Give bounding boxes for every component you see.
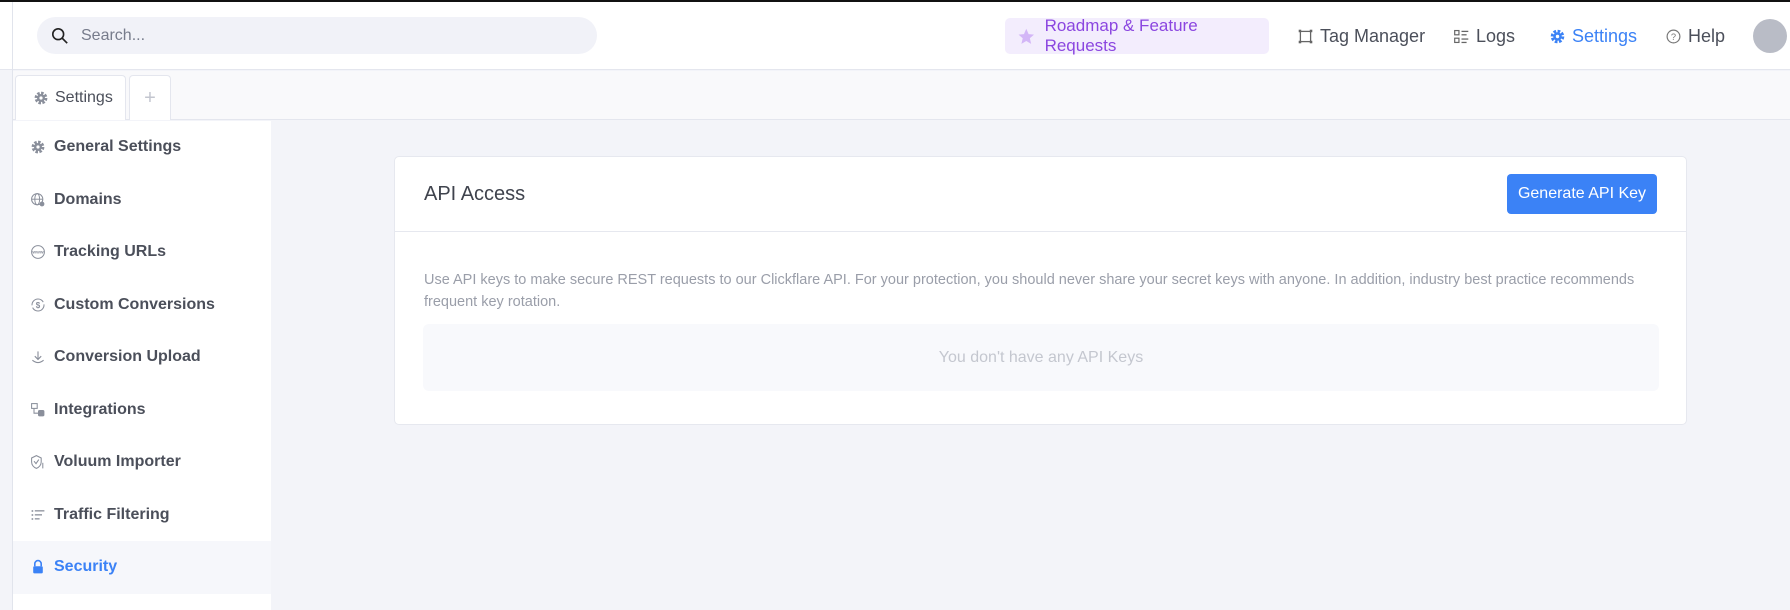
sidebar-item-tracking-urls[interactable]: www Tracking URLs: [13, 226, 271, 279]
sidebar-item-label: Security: [54, 558, 118, 576]
svg-text:?: ?: [1671, 31, 1676, 41]
sidebar-item-label: General Settings: [54, 138, 182, 156]
sidebar-item-traffic-filtering[interactable]: Traffic Filtering: [13, 489, 271, 542]
sidebar-item-security[interactable]: Security: [13, 541, 271, 594]
card-title: API Access: [424, 182, 526, 205]
integrations-icon: [31, 402, 45, 417]
nav-logs[interactable]: Logs: [1453, 18, 1515, 54]
api-description: Use API keys to make secure REST request…: [424, 272, 1635, 310]
empty-state-text: You don't have any API Keys: [938, 348, 1144, 366]
dollar-cycle-icon: $: [31, 298, 45, 312]
svg-text:$: $: [36, 301, 41, 310]
nav-label: Settings: [1572, 25, 1638, 46]
plus-icon: +: [144, 86, 156, 109]
help-icon: ?: [1666, 29, 1681, 43]
nav-label: Help: [1688, 25, 1726, 46]
sidebar-item-label: Domains: [54, 190, 122, 208]
tab-label: Settings: [55, 89, 113, 106]
top-bar: Search... Roadmap & Feature Requests Tag…: [0, 2, 1790, 70]
sidebar-item-voluum-importer[interactable]: Voluum Importer: [13, 436, 271, 489]
www-icon: www: [31, 245, 45, 260]
roadmap-button[interactable]: Roadmap & Feature Requests: [1005, 16, 1269, 55]
download-icon: [32, 351, 44, 364]
nav-settings[interactable]: Settings: [1549, 18, 1637, 54]
sidebar-item-integrations[interactable]: Integrations: [13, 384, 271, 437]
empty-state: You don't have any API Keys: [423, 324, 1659, 391]
lock-icon: [33, 560, 43, 574]
search-input[interactable]: Search...: [37, 17, 597, 54]
gear-icon: [31, 140, 45, 154]
search-placeholder: Search...: [81, 26, 146, 44]
globe-icon: [31, 192, 45, 207]
avatar[interactable]: [1753, 19, 1787, 53]
shield-import-icon: [31, 455, 44, 470]
search-icon: [51, 27, 68, 44]
nav-label: Logs: [1476, 25, 1516, 46]
add-tab-button[interactable]: +: [129, 75, 171, 120]
sidebar-item-label: Conversion Upload: [54, 348, 201, 366]
star-icon: [1018, 28, 1035, 44]
sidebar-item-label: Voluum Importer: [54, 453, 181, 471]
sidebar-item-label: Tracking URLs: [54, 243, 167, 261]
tag-manager-icon: [1298, 29, 1313, 43]
sidebar-item-label: Custom Conversions: [54, 295, 215, 313]
svg-text:www: www: [31, 251, 43, 256]
generate-api-key-button[interactable]: Generate API Key: [1507, 174, 1657, 214]
tab-settings[interactable]: Settings: [15, 75, 126, 120]
sidebar-item-label: Traffic Filtering: [54, 505, 170, 523]
sidebar-item-label: Integrations: [54, 400, 146, 418]
nav-label: Tag Manager: [1320, 25, 1426, 46]
api-access-card: API Access Generate API Key Use API keys…: [394, 156, 1687, 425]
nav-tag-manager[interactable]: Tag Manager: [1297, 18, 1425, 54]
sidebar-item-conversion-upload[interactable]: Conversion Upload: [13, 331, 271, 384]
gear-icon: [34, 91, 48, 105]
settings-sidebar: General Settings Domains www Tracking URL…: [13, 121, 271, 610]
logs-icon: [1454, 29, 1469, 43]
gear-icon: [1550, 29, 1565, 43]
roadmap-label: Roadmap & Feature Requests: [1044, 16, 1198, 55]
window-edge: [12, 2, 13, 610]
sidebar-item-domains[interactable]: Domains: [13, 174, 271, 227]
sidebar-item-custom-conversions[interactable]: $ Custom Conversions: [13, 279, 271, 332]
tab-bar: Settings +: [13, 71, 1790, 120]
sidebar-item-general-settings[interactable]: General Settings: [13, 121, 271, 174]
nav-help[interactable]: ? Help: [1665, 18, 1725, 54]
filter-list-icon: [31, 509, 45, 520]
card-header: API Access Generate API Key: [395, 157, 1686, 232]
